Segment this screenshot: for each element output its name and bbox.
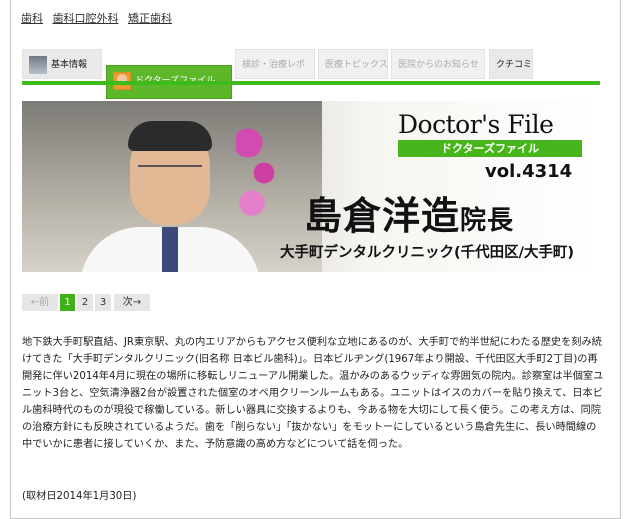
tab-basic-info[interactable]: 基本情報 (22, 49, 102, 79)
pagination-page-1[interactable]: 1 (60, 294, 75, 311)
tab-basic-info-label: 基本情報 (51, 60, 88, 70)
category-link-oral-surgery[interactable]: 歯科口腔外科 (53, 12, 119, 25)
tab-medical-topics[interactable]: 医療トピックス (318, 49, 388, 79)
category-link-dental[interactable]: 歯科 (21, 12, 43, 25)
pagination-page-2[interactable]: 2 (77, 294, 93, 311)
article-body: 地下鉄大手町駅直結、JR東京駅、丸の内エリアからもアクセス便利な立地にあるのが、… (22, 337, 604, 450)
category-links: 歯科 歯科口腔外科 矯正歯科 (21, 10, 178, 26)
clinic-thumbnail-icon (29, 55, 47, 74)
doctors-file-logo: Doctor's File ドクターズファイル (398, 110, 582, 157)
pagination-prev: ←前 (22, 294, 58, 311)
tab-checkup-report[interactable]: 検診・治療レポ (235, 49, 315, 79)
tab-clinic-notices[interactable]: 医院からのお知らせ (391, 49, 485, 79)
doctor-hero-banner: Doctor's File ドクターズファイル vol.4314 島倉洋造院長 … (22, 101, 600, 272)
clinic-name: 大手町デンタルクリニック(千代田区/大手町) (280, 245, 575, 261)
pagination-next[interactable]: 次→ (114, 294, 150, 311)
logo-subtitle: ドクターズファイル (398, 140, 582, 157)
clinic-tabs: 基本情報 ドクターズファイル 検診・治療レポ 医療トピックス 医院からのお知らせ… (22, 49, 600, 99)
interview-date: (取材日2014年1月30日) (22, 491, 137, 502)
logo-title: Doctor's File (398, 110, 554, 139)
volume-number: vol.4314 (485, 161, 573, 182)
pagination-page-3[interactable]: 3 (95, 294, 111, 311)
tab-reviews[interactable]: クチコミ (489, 49, 533, 79)
category-link-orthodontics[interactable]: 矯正歯科 (128, 12, 172, 25)
doctor-name-text: 島倉洋造 (304, 194, 461, 238)
doctor-role: 院長 (460, 206, 515, 236)
doctor-name: 島倉洋造院長 (304, 185, 514, 240)
doctor-portrait-image (80, 117, 260, 272)
tab-underline (22, 81, 600, 85)
